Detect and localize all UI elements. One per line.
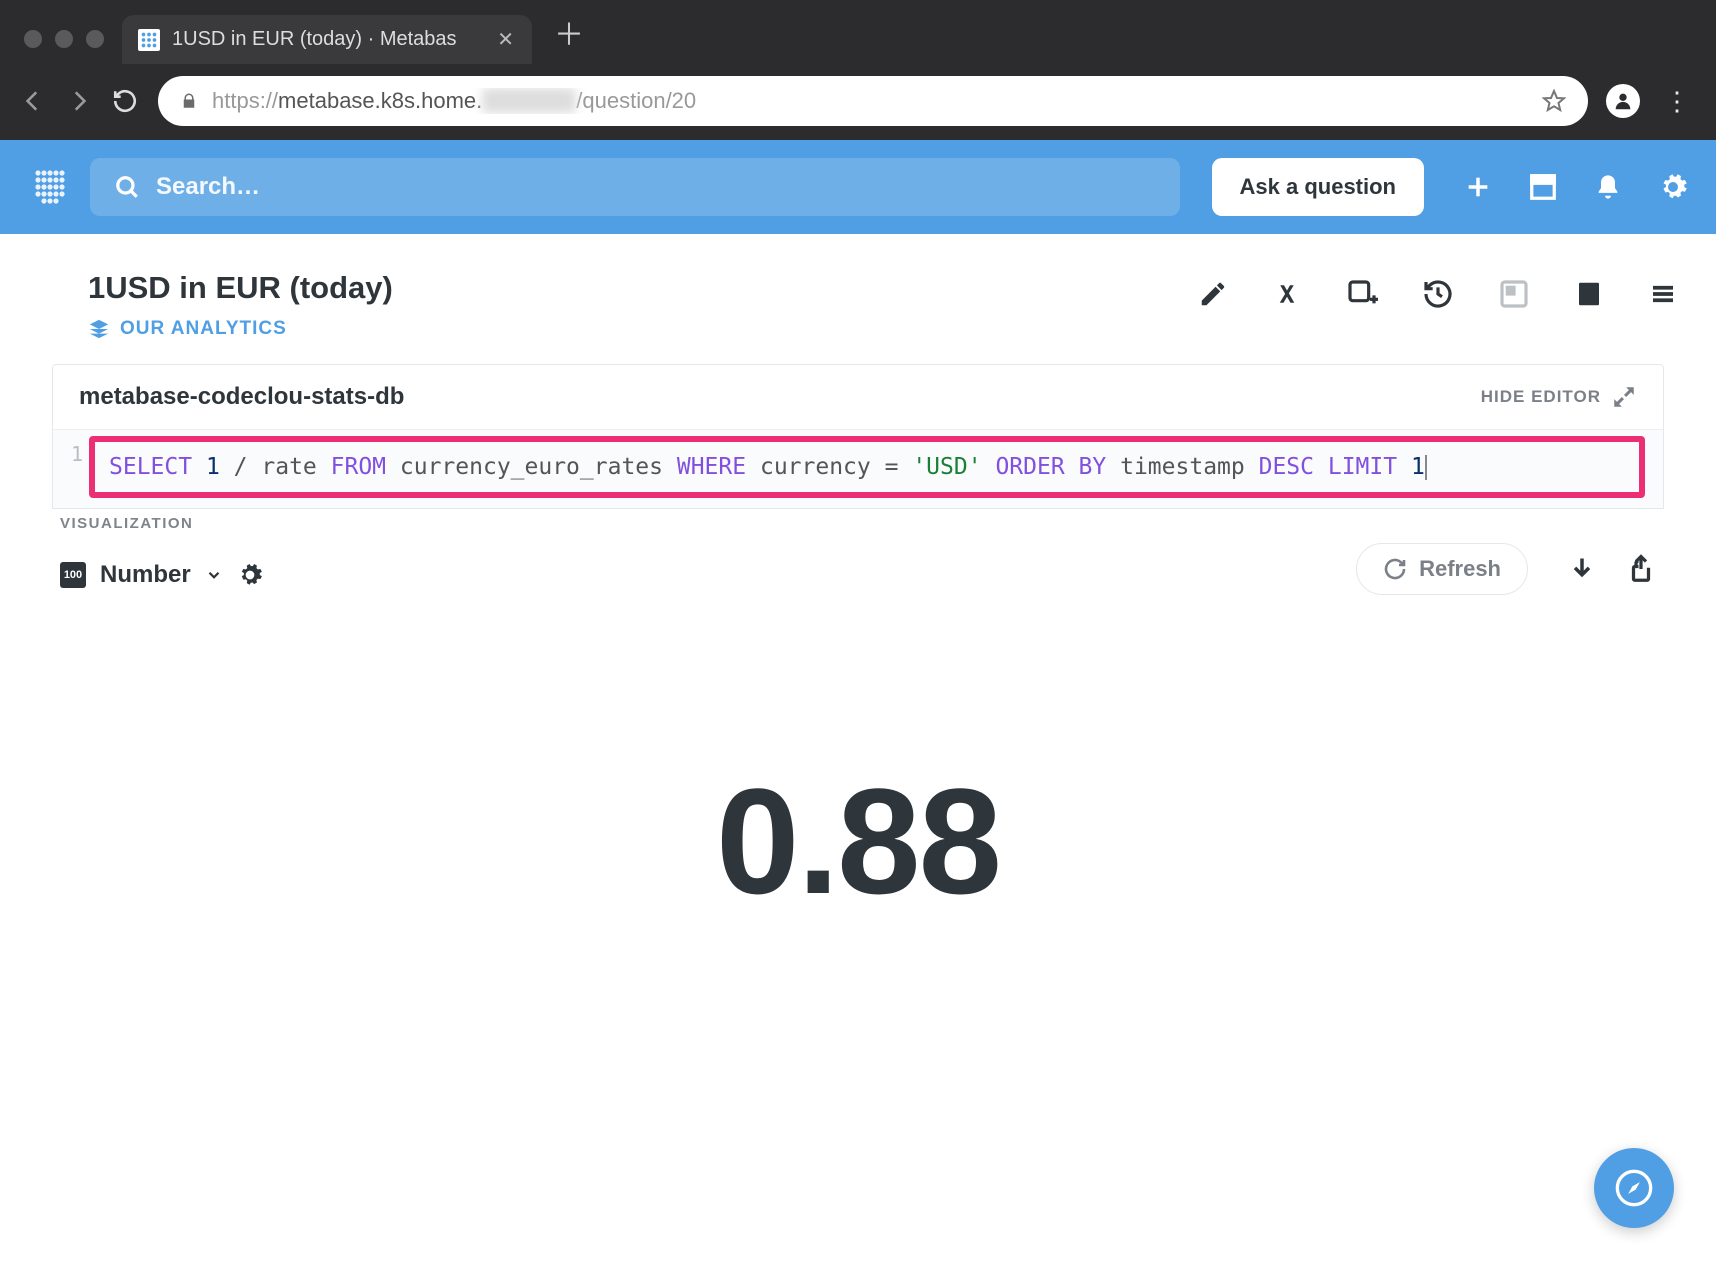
url-redacted: xx [482,88,576,113]
search-bar[interactable] [90,158,1180,216]
collection-name: OUR ANALYTICS [120,318,287,340]
search-input[interactable] [156,173,1156,201]
edit-pencil-icon[interactable] [1198,279,1228,309]
app-header: Ask a question [0,140,1716,234]
sql-editor-panel: metabase-codeclou-stats-db HIDE EDITOR 1… [52,364,1664,509]
profile-avatar-icon[interactable] [1606,84,1640,118]
question-actions [1198,270,1688,310]
more-menu-icon[interactable] [1648,279,1678,309]
question-title: 1USD in EUR (today) [88,270,1178,306]
new-tab-button[interactable]: ＋ [532,10,606,64]
ask-question-button[interactable]: Ask a question [1212,158,1424,216]
chevron-down-icon[interactable] [205,566,223,584]
question-header: 1USD in EUR (today) OUR ANALYTICS [28,234,1688,340]
page-content: 1USD in EUR (today) OUR ANALYTICS metaba… [0,234,1716,928]
add-to-dashboard-icon[interactable] [1346,278,1378,310]
tab-title: 1USD in EUR (today) · Metabas [172,28,485,51]
collection-link[interactable]: OUR ANALYTICS [88,318,1178,340]
browser-tab[interactable]: 1USD in EUR (today) · Metabas ✕ [122,15,532,64]
bookmark-star-icon[interactable] [1542,89,1566,113]
collapse-icon [1611,384,1637,410]
lock-icon [180,92,198,110]
nav-reload-button[interactable] [112,88,140,114]
url-text: https://metabase.k8s.home.xx/question/20 [212,88,1528,114]
traffic-zoom-icon[interactable] [86,30,104,48]
collection-stack-icon [88,318,110,340]
line-number: 1 [53,430,89,508]
download-icon[interactable] [1568,555,1596,583]
hide-editor-button[interactable]: HIDE EDITOR [1481,384,1637,410]
nav-forward-button[interactable] [66,88,94,114]
browser-menu-icon[interactable]: ⋮ [1658,86,1696,117]
history-icon[interactable] [1422,278,1454,310]
viz-settings-gear-icon[interactable] [237,562,263,588]
bell-icon[interactable] [1594,173,1622,201]
search-icon [114,174,140,200]
browser-chrome: 1USD in EUR (today) · Metabas ✕ ＋ https:… [0,0,1716,140]
window-controls[interactable] [10,30,122,64]
refresh-label: Refresh [1419,556,1501,582]
result-value: 0.88 [28,755,1688,928]
traffic-close-icon[interactable] [24,30,42,48]
viz-type-selector[interactable]: Number [100,561,191,589]
browser-toolbar: https://metabase.k8s.home.xx/question/20… [0,64,1716,140]
create-plus-icon[interactable] [1464,173,1492,201]
compass-icon [1614,1168,1654,1208]
browse-fab[interactable] [1594,1148,1674,1228]
hide-editor-label: HIDE EDITOR [1481,387,1601,407]
tab-favicon-icon [138,29,160,51]
tab-close-icon[interactable]: ✕ [497,27,514,52]
address-bar[interactable]: https://metabase.k8s.home.xx/question/20 [158,76,1588,126]
refresh-icon [1383,557,1407,581]
refresh-button[interactable]: Refresh [1356,543,1528,595]
visualization-bar: VISUALIZATION 100 Number Refresh [28,509,1688,595]
traffic-minimize-icon[interactable] [55,30,73,48]
metabase-logo-icon[interactable] [28,165,72,209]
viz-type-icon: 100 [60,562,86,588]
browser-titlebar: 1USD in EUR (today) · Metabas ✕ ＋ [0,0,1716,64]
settings-gear-icon[interactable] [1658,172,1688,202]
database-selector[interactable]: metabase-codeclou-stats-db [79,383,404,411]
archive-icon[interactable] [1528,172,1558,202]
reference-icon[interactable] [1574,279,1604,309]
variable-x-icon[interactable] [1272,279,1302,309]
viz-section-label: VISUALIZATION [60,515,193,532]
move-icon[interactable] [1498,278,1530,310]
nav-back-button[interactable] [20,88,48,114]
share-icon[interactable] [1626,554,1656,584]
sql-editor[interactable]: SELECT 1 / rate FROM currency_euro_rates… [89,436,1645,498]
